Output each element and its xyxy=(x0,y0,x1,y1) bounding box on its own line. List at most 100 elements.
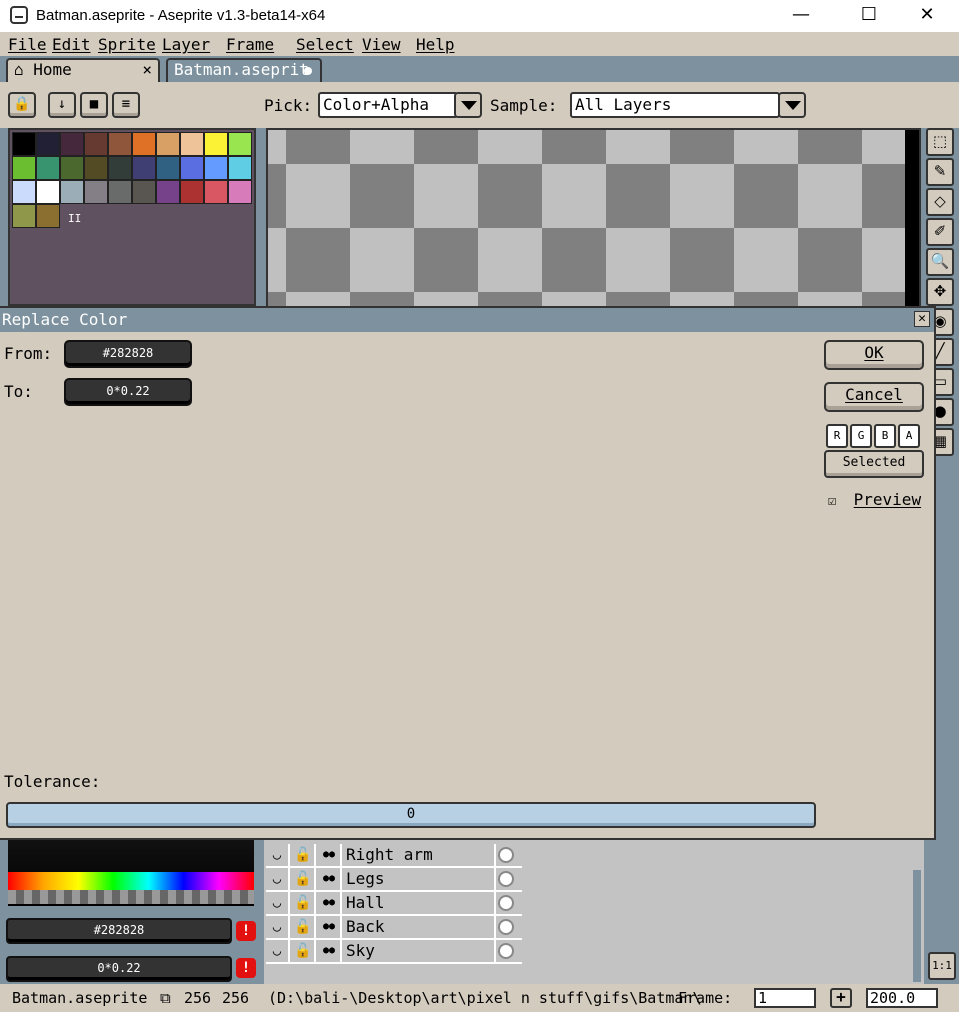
maximize-button[interactable]: ☐ xyxy=(846,0,892,32)
palette-swatch[interactable] xyxy=(84,156,108,180)
palette-swatch[interactable] xyxy=(204,132,228,156)
eye-icon[interactable]: ◡ xyxy=(266,916,290,938)
palette-swatch[interactable] xyxy=(12,204,36,228)
minimize-button[interactable]: — xyxy=(778,0,824,32)
palette-swatch[interactable] xyxy=(156,156,180,180)
tab-batman-file[interactable]: Batman.aseprit xyxy=(166,58,322,82)
palette-swatch[interactable] xyxy=(84,132,108,156)
move-tool-icon[interactable]: ✥ xyxy=(926,278,954,306)
foreground-color-button[interactable]: #282828 xyxy=(6,918,232,944)
channel-b-button[interactable]: B xyxy=(874,424,896,448)
palette-swatch[interactable] xyxy=(36,204,60,228)
palette-swatch[interactable] xyxy=(36,156,60,180)
palette-swatch[interactable] xyxy=(12,132,36,156)
to-color-button[interactable]: 0*0.22 xyxy=(64,378,192,406)
eyedropper-tool-icon[interactable]: ✐ xyxy=(926,218,954,246)
palette-swatch[interactable] xyxy=(108,132,132,156)
palette-swatch[interactable] xyxy=(84,180,108,204)
palette-swatch[interactable] xyxy=(132,132,156,156)
palette-swatch[interactable] xyxy=(156,180,180,204)
menu-frame[interactable]: Frame xyxy=(226,35,274,54)
palette-swatch[interactable] xyxy=(60,132,84,156)
cel-dot-icon[interactable] xyxy=(498,895,514,911)
palette-swatch[interactable] xyxy=(180,156,204,180)
eraser-tool-icon[interactable]: ◇ xyxy=(926,188,954,216)
channel-g-button[interactable]: G xyxy=(850,424,872,448)
eye-icon[interactable]: ◡ xyxy=(266,892,290,914)
cel-dot-icon[interactable] xyxy=(498,847,514,863)
palette-swatch[interactable] xyxy=(36,132,60,156)
modified-dot-icon[interactable] xyxy=(304,67,312,75)
bg-warning-icon[interactable]: ! xyxy=(236,958,256,978)
frame-input[interactable]: 1 xyxy=(754,988,816,1008)
layer-row[interactable]: ◡ 🔓 ●● Back xyxy=(266,916,522,940)
palette-swatch[interactable] xyxy=(132,180,156,204)
tab-home-close-icon[interactable]: × xyxy=(142,60,152,80)
padlock-icon[interactable]: 🔓 xyxy=(292,892,316,914)
tolerance-slider[interactable]: 0 xyxy=(6,802,816,828)
padlock-icon[interactable]: 🔓 xyxy=(292,844,316,866)
menu-edit[interactable]: Edit xyxy=(52,35,91,54)
continuous-icon[interactable]: ●● xyxy=(318,844,342,866)
sample-dropdown-icon[interactable] xyxy=(778,92,806,118)
add-frame-button[interactable]: + xyxy=(830,988,852,1008)
pick-select[interactable]: Color+Alpha xyxy=(318,92,458,118)
padlock-icon[interactable]: 🔓 xyxy=(292,940,316,962)
palette-swatch[interactable] xyxy=(12,156,36,180)
preview-checkbox[interactable]: ☑ Preview xyxy=(828,490,921,509)
marquee-tool-icon[interactable]: ⬚ xyxy=(926,128,954,156)
continuous-icon[interactable]: ●● xyxy=(318,916,342,938)
alpha-slider[interactable] xyxy=(8,890,254,904)
cel-dot-icon[interactable] xyxy=(498,943,514,959)
arrow-down-button[interactable]: ↓ xyxy=(48,92,76,118)
channel-r-button[interactable]: R xyxy=(826,424,848,448)
fg-warning-icon[interactable]: ! xyxy=(236,921,256,941)
palette-swatch[interactable] xyxy=(180,180,204,204)
palette-swatch[interactable] xyxy=(180,132,204,156)
palette-swatch[interactable] xyxy=(60,180,84,204)
eye-icon[interactable]: ◡ xyxy=(266,844,290,866)
from-color-button[interactable]: #282828 xyxy=(64,340,192,368)
menu-view[interactable]: View xyxy=(362,35,401,54)
layer-row[interactable]: ◡ 🔓 ●● Legs xyxy=(266,868,522,892)
layer-name[interactable]: Hall xyxy=(344,892,496,914)
padlock-icon[interactable]: 🔓 xyxy=(292,916,316,938)
layer-row[interactable]: ◡ 🔓 ●● Sky xyxy=(266,940,522,964)
zoom-tool-icon[interactable]: 🔍 xyxy=(926,248,954,276)
layer-name[interactable]: Sky xyxy=(344,940,496,962)
layer-name[interactable]: Back xyxy=(344,916,496,938)
square-button[interactable]: ■ xyxy=(80,92,108,118)
palette-swatch[interactable] xyxy=(228,132,252,156)
checkbox-checked-icon[interactable]: ☑ xyxy=(828,493,844,509)
hue-slider[interactable] xyxy=(8,872,254,890)
layer-name[interactable]: Legs xyxy=(344,868,496,890)
eye-icon[interactable]: ◡ xyxy=(266,940,290,962)
palette-swatch[interactable] xyxy=(156,132,180,156)
palette-resize-mark[interactable]: II xyxy=(68,212,81,225)
background-color-button[interactable]: 0*0.22 xyxy=(6,956,232,982)
layer-name[interactable]: Right arm xyxy=(344,844,496,866)
cel-dot-icon[interactable] xyxy=(498,871,514,887)
selected-button[interactable]: Selected xyxy=(824,450,924,478)
menu-lines-button[interactable]: ≡ xyxy=(112,92,140,118)
cancel-button[interactable]: Cancel xyxy=(824,382,924,412)
palette-swatch[interactable] xyxy=(108,156,132,180)
layer-row[interactable]: ◡ 🔓 ●● Right arm xyxy=(266,844,522,868)
channel-a-button[interactable]: A xyxy=(898,424,920,448)
menu-layer[interactable]: Layer xyxy=(162,35,210,54)
sprite-canvas[interactable] xyxy=(266,128,921,308)
pencil-tool-icon[interactable]: ✎ xyxy=(926,158,954,186)
timeline-scrollbar[interactable] xyxy=(913,870,921,982)
menu-help[interactable]: Help xyxy=(416,35,455,54)
cel-dot-icon[interactable] xyxy=(498,919,514,935)
palette-swatch[interactable] xyxy=(36,180,60,204)
ok-button[interactable]: OK xyxy=(824,340,924,370)
continuous-icon[interactable]: ●● xyxy=(318,940,342,962)
continuous-icon[interactable]: ●● xyxy=(318,892,342,914)
padlock-icon[interactable]: 🔓 xyxy=(292,868,316,890)
pick-dropdown-icon[interactable] xyxy=(454,92,482,118)
palette-swatch[interactable] xyxy=(204,156,228,180)
continuous-icon[interactable]: ●● xyxy=(318,868,342,890)
tab-home[interactable]: ⌂ Home × xyxy=(6,58,160,82)
palette-swatch[interactable] xyxy=(204,180,228,204)
